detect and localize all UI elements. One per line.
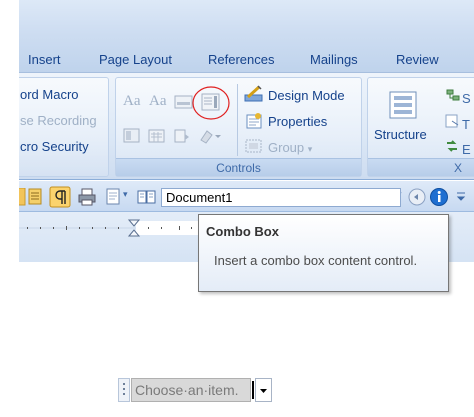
- tab-mailings[interactable]: Mailings: [310, 52, 358, 67]
- tooltip-description: Insert a combo box content control.: [214, 253, 418, 268]
- customize-toolbar-icon[interactable]: [455, 191, 467, 203]
- toolbar-edge-icon: [19, 188, 26, 206]
- page-icon[interactable]: [105, 188, 121, 206]
- ribbon-tab-bar: Insert Page Layout References Mailings R…: [19, 0, 474, 72]
- tab-review[interactable]: Review: [396, 52, 439, 67]
- tab-page-layout[interactable]: Page Layout: [99, 52, 172, 67]
- date-picker-icon[interactable]: [148, 128, 166, 144]
- rich-text-control-button[interactable]: Aa: [123, 93, 141, 110]
- structure-icon: [389, 91, 417, 119]
- xml-group: Structure S T E X: [367, 77, 474, 177]
- schema-button[interactable]: S: [462, 91, 471, 106]
- expansion-packs-icon[interactable]: [444, 138, 462, 154]
- expansion-packs-button[interactable]: E: [462, 142, 471, 157]
- group-dropdown-arrow-icon: ▾: [307, 144, 313, 154]
- xml-group-label: X: [368, 158, 474, 176]
- controls-separator: [237, 84, 238, 156]
- schema-icon[interactable]: [444, 87, 462, 103]
- content-control-handle[interactable]: [118, 378, 130, 402]
- design-mode-icon: [244, 85, 263, 102]
- plain-text-control-button[interactable]: Aa: [149, 93, 167, 110]
- print-icon[interactable]: [77, 187, 97, 207]
- ribbon-panel: ord Macro se Recording cro Security Aa A…: [19, 72, 474, 180]
- tooltip-title: Combo Box: [206, 224, 279, 239]
- qat-dropdown-arrow-icon[interactable]: ▾: [123, 189, 128, 200]
- combo-box-placeholder[interactable]: Choose·an·item.: [131, 378, 251, 402]
- group-label: Group: [268, 140, 305, 155]
- tab-references[interactable]: References: [208, 52, 274, 67]
- navigate-icon[interactable]: [407, 187, 427, 207]
- macro-security-button[interactable]: cro Security: [20, 139, 89, 154]
- combo-box-tooltip: Combo Box Insert a combo box content con…: [198, 214, 449, 292]
- properties-icon: [246, 113, 262, 129]
- transformation-icon[interactable]: [444, 113, 462, 129]
- controls-group-label: Controls: [116, 158, 361, 176]
- legacy-tools-icon[interactable]: [198, 128, 222, 144]
- code-group: ord Macro se Recording cro Security: [19, 77, 109, 177]
- record-macro-button[interactable]: ord Macro: [20, 87, 79, 102]
- structure-button[interactable]: Structure: [374, 127, 427, 142]
- book-icon[interactable]: [136, 188, 158, 206]
- design-mode-button[interactable]: Design Mode: [268, 88, 345, 103]
- group-button[interactable]: Group ▾: [268, 140, 312, 155]
- dropdown-list-icon[interactable]: [173, 128, 191, 144]
- chevron-down-icon: [260, 389, 267, 393]
- controls-group: Aa Aa Design Mode Properties Group ▾ Con…: [115, 77, 362, 177]
- transformation-button[interactable]: T: [462, 117, 470, 132]
- group-icon: [245, 139, 262, 153]
- document-name-field[interactable]: Document1: [161, 188, 401, 207]
- text-cursor: [252, 381, 254, 399]
- document-icon[interactable]: [27, 188, 43, 206]
- pause-recording-button[interactable]: se Recording: [20, 113, 97, 128]
- show-formatting-icon[interactable]: [49, 186, 71, 208]
- highlight-circle: [192, 86, 230, 120]
- combo-box-content-control[interactable]: Choose·an·item.: [118, 378, 272, 404]
- ruler-ticks: [19, 219, 219, 237]
- grip-dots-icon: [123, 383, 125, 395]
- info-icon[interactable]: [429, 187, 449, 207]
- combo-dropdown-button[interactable]: [255, 378, 272, 402]
- properties-button[interactable]: Properties: [268, 114, 327, 129]
- tab-insert[interactable]: Insert: [28, 52, 61, 67]
- building-block-icon[interactable]: [123, 128, 141, 144]
